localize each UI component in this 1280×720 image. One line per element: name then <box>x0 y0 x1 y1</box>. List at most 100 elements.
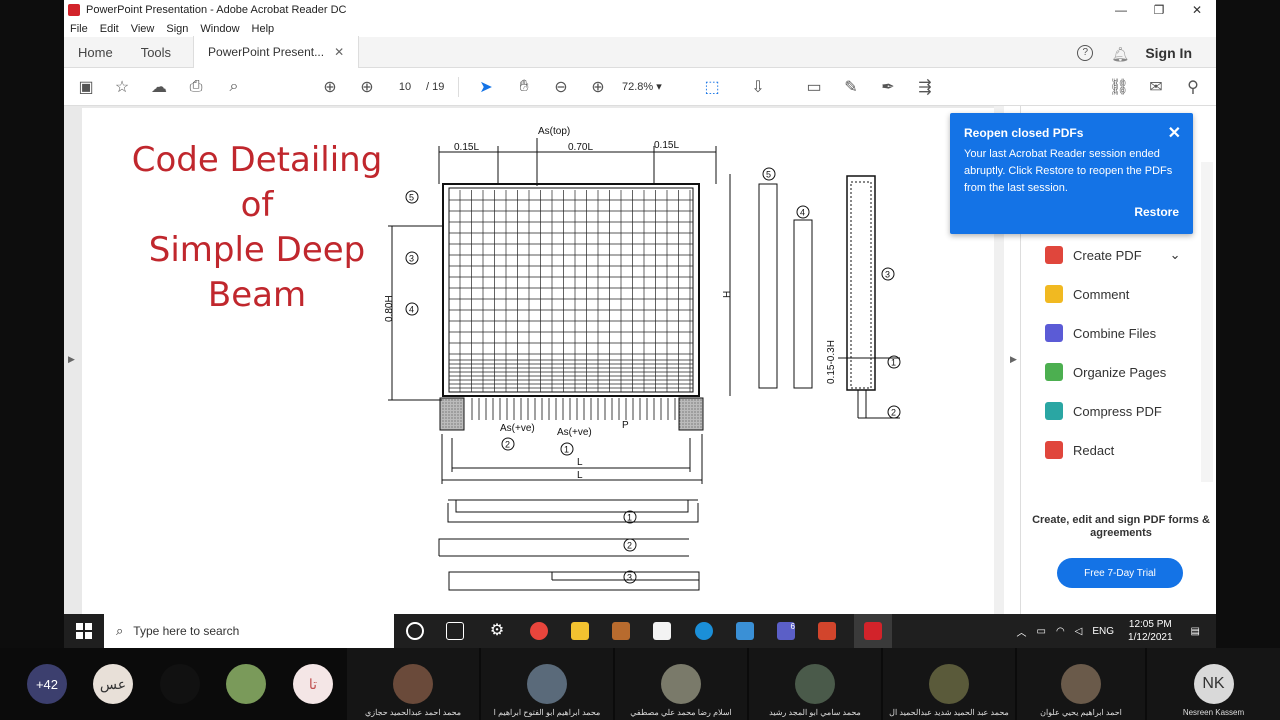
print-icon[interactable]: ⎙ <box>186 77 206 97</box>
file-explorer-icon[interactable] <box>571 622 589 640</box>
select-cursor-icon[interactable]: ➤ <box>476 77 496 97</box>
scroll-mode-icon[interactable]: ⇩ <box>748 77 768 97</box>
language-indicator[interactable]: ENG <box>1092 626 1114 637</box>
acrobat-taskbar-button[interactable] <box>854 614 892 648</box>
organize-pages-icon <box>1045 363 1063 381</box>
share-tools-icon[interactable]: ⇶ <box>915 77 935 97</box>
clock[interactable]: 12:05 PM 1/12/2021 <box>1128 618 1173 644</box>
link-icon[interactable]: ⛓ <box>1109 77 1129 97</box>
create-pdf-icon <box>1045 246 1063 264</box>
participant-bubble-2[interactable]: تا <box>293 664 333 704</box>
tool-comment[interactable]: Comment <box>1045 285 1129 303</box>
participant-tile[interactable]: محمد عبد الحميد شديد عبدالحميد ال <box>883 648 1015 720</box>
restore-button[interactable]: ❐ <box>1140 0 1178 20</box>
windows-start-icon[interactable] <box>76 623 92 639</box>
pen-icon[interactable]: ✎ <box>841 77 861 97</box>
menu-edit[interactable]: Edit <box>100 23 119 35</box>
task-view-icon[interactable] <box>446 622 464 640</box>
taskbar-search-input[interactable]: ⌕ Type here to search <box>104 614 394 648</box>
tools-scrollbar[interactable] <box>1201 162 1213 482</box>
zoom-out-icon[interactable]: ⊖ <box>551 77 571 97</box>
chevron-down-icon[interactable]: ⌄ <box>1170 247 1181 263</box>
tool-combine-files-label: Combine Files <box>1073 325 1157 341</box>
settings-icon[interactable]: ⚙ <box>488 622 506 640</box>
svg-text:1: 1 <box>564 445 569 455</box>
volume-icon[interactable]: ◁ <box>1075 626 1083 637</box>
label-top-mid: 0.70L <box>568 142 593 153</box>
add-user-icon[interactable]: ⚲ <box>1183 77 1203 97</box>
participant-tile[interactable]: اسلام رضا محمد علي مصطفي <box>615 648 747 720</box>
save-icon[interactable]: ▣ <box>76 77 96 97</box>
upload-icon[interactable]: ☁ <box>149 77 169 97</box>
media-player-icon[interactable] <box>612 622 630 640</box>
hand-icon[interactable]: ✋︎ <box>514 77 534 97</box>
restore-button[interactable]: Restore <box>1134 205 1179 219</box>
zoom-in-icon[interactable]: ⊕ <box>588 77 608 97</box>
participant-tile[interactable]: محمد احمد عبدالحميد حجازي <box>347 648 479 720</box>
zoom-search-icon[interactable]: ⌕ <box>224 77 244 97</box>
menu-sign[interactable]: Sign <box>166 23 188 35</box>
participant-count-bubble[interactable]: +42 <box>27 664 67 704</box>
chrome-icon[interactable] <box>530 622 548 640</box>
document-viewport[interactable]: ▶ Code Detailing of Simple Deep Beam 5 3… <box>64 106 1017 614</box>
tool-redact[interactable]: Redact <box>1045 441 1114 459</box>
minimize-button[interactable]: — <box>1102 0 1140 20</box>
wifi-icon[interactable]: ◠ <box>1056 626 1065 637</box>
free-trial-button[interactable]: Free 7-Day Trial <box>1057 558 1183 588</box>
sign-icon[interactable]: ✒ <box>878 77 898 97</box>
help-icon[interactable]: ? <box>1077 44 1094 61</box>
battery-icon[interactable]: ▭ <box>1036 626 1045 637</box>
promo-text: Create, edit and sign PDF forms & agreem… <box>1032 514 1210 539</box>
tool-compress-pdf[interactable]: Compress PDF <box>1045 402 1162 420</box>
taskbar-search-placeholder: Type here to search <box>133 624 240 638</box>
avatar-initials: NK <box>1202 675 1225 692</box>
popup-close-icon[interactable]: ✕ <box>1168 123 1181 143</box>
fit-page-icon[interactable]: ⬚ <box>702 77 722 97</box>
tray-overflow-icon[interactable]: ︿ <box>1016 624 1026 639</box>
tab-home[interactable]: Home <box>64 37 127 68</box>
menu-help[interactable]: Help <box>252 23 275 35</box>
mail-icon[interactable]: ✉ <box>1146 77 1166 97</box>
next-page-icon[interactable]: ⊕ <box>357 77 377 97</box>
participant-tile[interactable]: محمد ابراهيم ابو الفتوح ابراهيم ا <box>481 648 613 720</box>
sign-in-button[interactable]: Sign In <box>1145 45 1192 61</box>
system-tray: ︿ ▭ ◠ ◁ ENG 12:05 PM 1/12/2021 ▤ <box>1016 614 1216 648</box>
powerpoint-icon[interactable] <box>818 622 836 640</box>
tab-tools[interactable]: Tools <box>127 37 185 68</box>
prev-page-icon[interactable]: ⊕ <box>320 77 340 97</box>
tool-organize-pages-label: Organize Pages <box>1073 364 1167 380</box>
participant-bubble-1[interactable]: عس <box>93 664 133 704</box>
svg-text:4: 4 <box>409 305 414 315</box>
menu-view[interactable]: View <box>131 23 155 35</box>
participant-tile[interactable]: محمد سامي ابو المجد رشيد <box>749 648 881 720</box>
clock-time: 12:05 PM <box>1128 619 1172 630</box>
tool-organize-pages[interactable]: Organize Pages <box>1045 363 1166 381</box>
menu-window[interactable]: Window <box>200 23 239 35</box>
participant-tile[interactable]: NK Nesreen Kassem <box>1147 648 1280 720</box>
page-number-input[interactable]: 10 <box>390 78 420 96</box>
star-icon[interactable]: ☆ <box>112 77 132 97</box>
zoom-select[interactable]: 72.8% ▾ <box>622 78 682 96</box>
participant-avatar-small-1[interactable] <box>160 664 200 704</box>
tab-document[interactable]: PowerPoint Present... ✕ <box>193 36 360 68</box>
left-panel-toggle-icon[interactable]: ▶ <box>68 354 75 365</box>
participant-tile[interactable]: احمد ابراهيم يحيي علوان <box>1017 648 1145 720</box>
participant-name: محمد احمد عبدالحميد حجازي <box>364 708 462 717</box>
tool-create-pdf[interactable]: Create PDF ⌄ <box>1045 246 1181 264</box>
tab-close-icon[interactable]: ✕ <box>334 45 344 59</box>
tool-combine-files[interactable]: Combine Files <box>1045 324 1156 342</box>
menu-file[interactable]: File <box>70 23 88 35</box>
participant-avatar-small-2[interactable] <box>226 664 266 704</box>
right-panel-toggle-icon[interactable]: ▶ <box>1010 354 1017 365</box>
cortana-icon[interactable] <box>406 622 424 640</box>
edge-icon[interactable] <box>695 622 713 640</box>
avatar: NK <box>1193 664 1234 704</box>
bell-icon[interactable]: 🔔︎ <box>1111 46 1129 62</box>
whiteboard-icon[interactable] <box>736 622 754 640</box>
teams-icon[interactable]: 6 <box>777 622 795 640</box>
comment-icon[interactable]: ▭ <box>804 77 824 97</box>
store-icon[interactable] <box>653 622 671 640</box>
close-window-button[interactable]: ✕ <box>1178 0 1216 20</box>
notifications-icon[interactable]: ▤ <box>1191 626 1200 637</box>
tab-document-label: PowerPoint Present... <box>208 45 325 59</box>
